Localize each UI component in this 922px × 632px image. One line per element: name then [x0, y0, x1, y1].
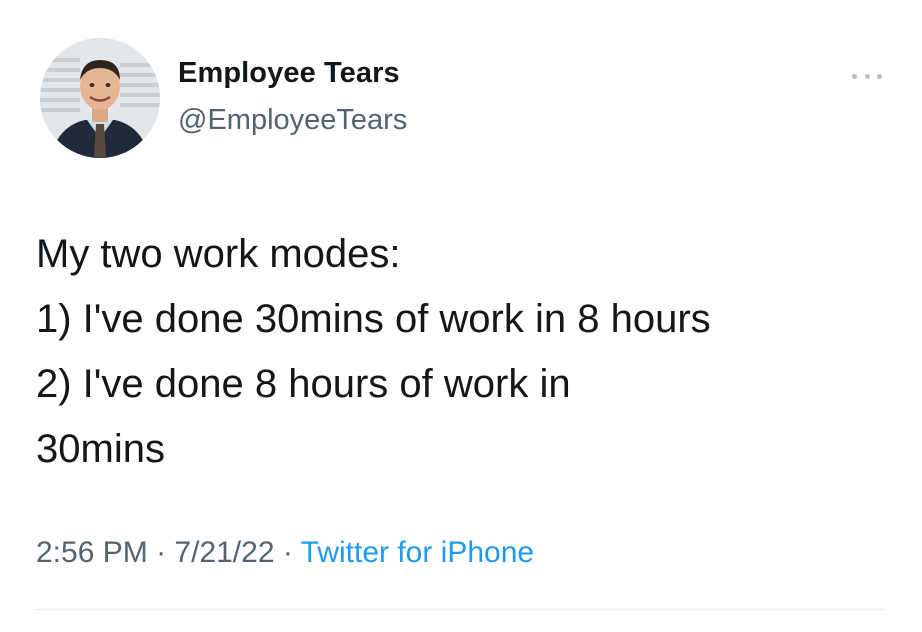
- tweet-line: My two work modes:: [36, 232, 401, 276]
- divider: [36, 609, 886, 610]
- tweet-line: 30mins: [36, 427, 165, 471]
- user-handle[interactable]: @EmployeeTears: [178, 104, 407, 137]
- meta-separator: ·: [156, 536, 167, 569]
- avatar[interactable]: [40, 38, 160, 158]
- tweet-source-link[interactable]: Twitter for iPhone: [301, 536, 534, 569]
- tweet-date[interactable]: 7/21/22: [174, 536, 274, 569]
- tweet-text: My two work modes: 1) I've done 30mins o…: [36, 222, 896, 482]
- ellipsis-dot: [852, 73, 857, 79]
- tweet-line: 2) I've done 8 hours of work in: [36, 362, 571, 406]
- meta-separator: ·: [282, 536, 293, 569]
- tweet-line: 1) I've done 30mins of work in 8 hours: [36, 297, 711, 341]
- profile-photo: [40, 38, 160, 158]
- ellipsis-dot: [877, 73, 882, 79]
- display-name[interactable]: Employee Tears: [178, 57, 400, 90]
- ellipsis-icon[interactable]: [852, 70, 882, 82]
- ellipsis-dot: [864, 73, 870, 79]
- tweet-time[interactable]: 2:56 PM: [36, 536, 148, 569]
- tweet-meta: 2:56 PM · 7/21/22 · Twitter for iPhone: [36, 536, 534, 570]
